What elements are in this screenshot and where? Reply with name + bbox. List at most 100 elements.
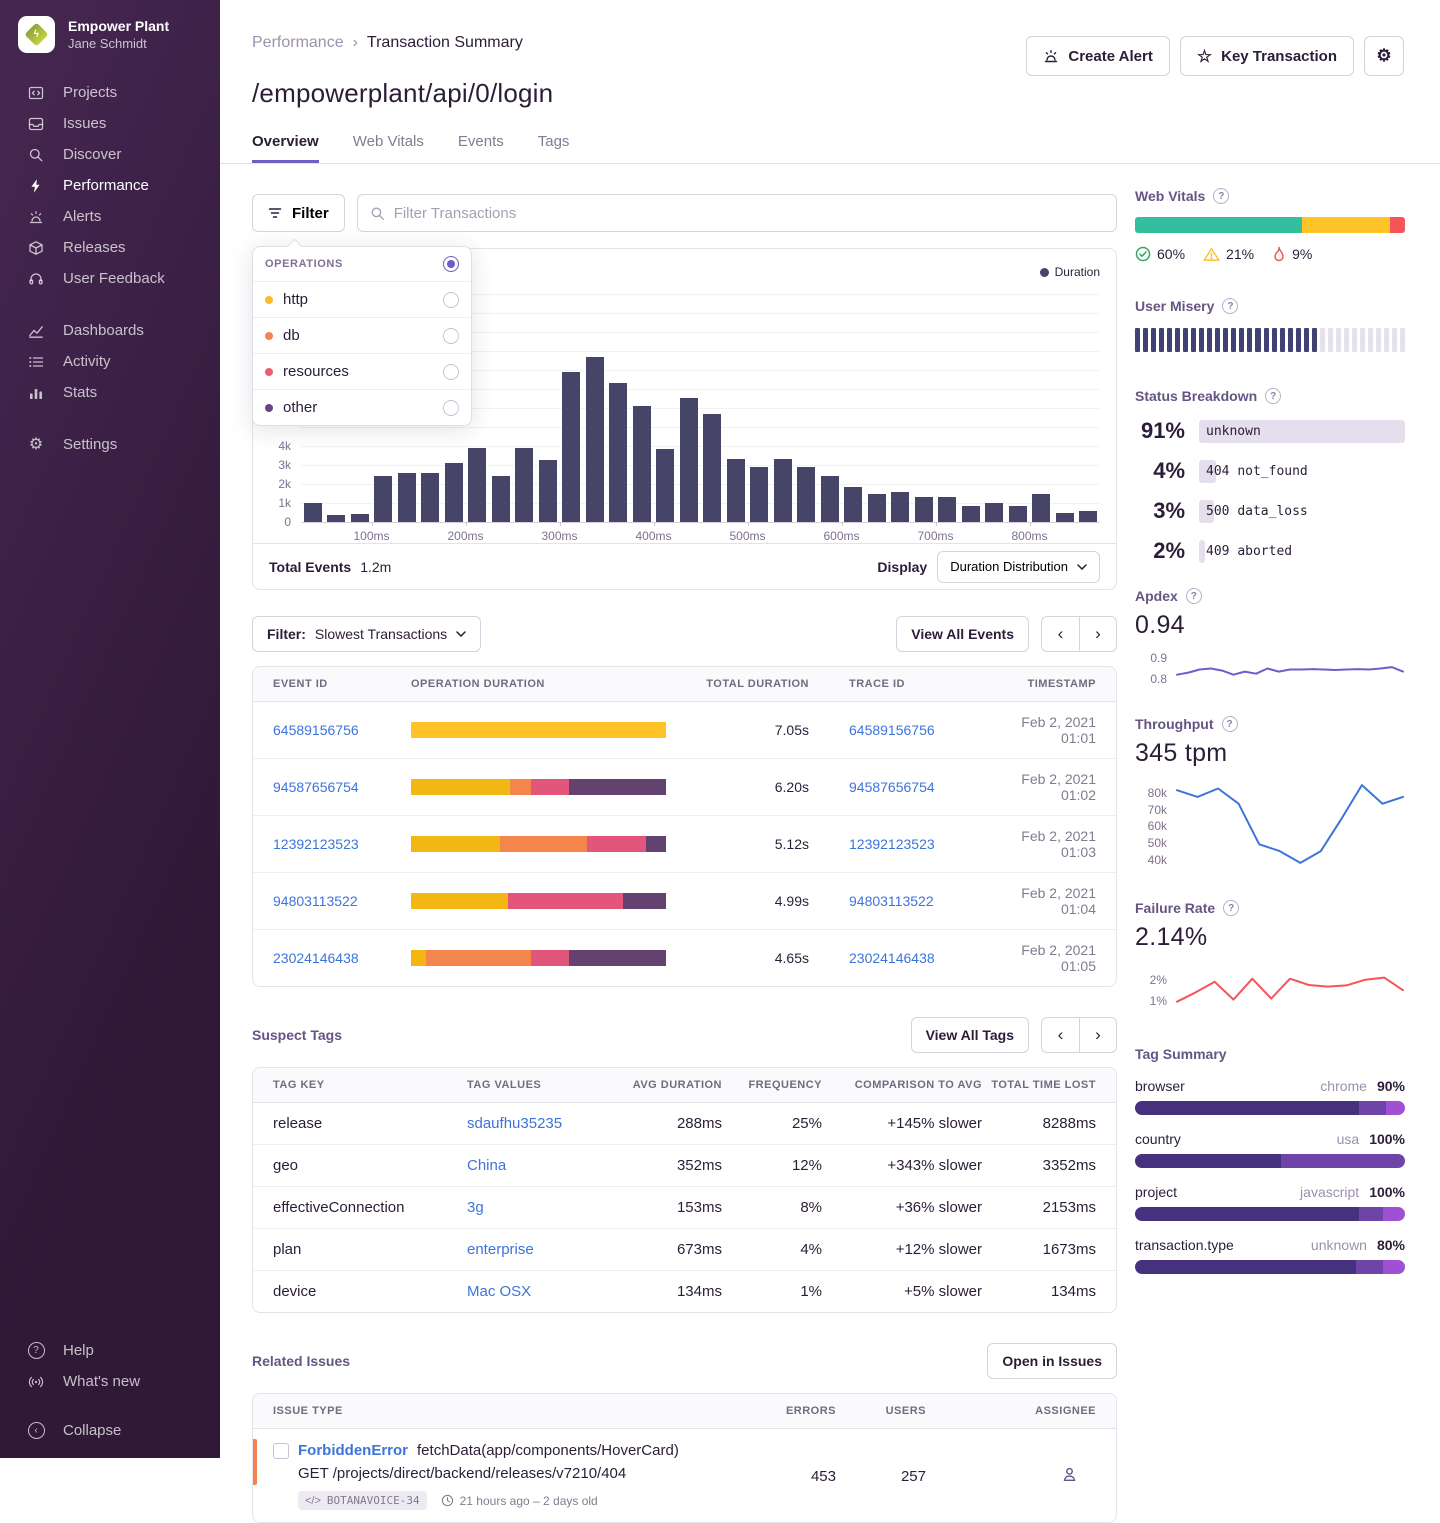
- operation-label: other: [283, 399, 317, 416]
- sidebar-item-performance[interactable]: Performance: [0, 170, 220, 201]
- tag-summary-row: browser chrome 90%: [1135, 1078, 1405, 1115]
- sidebar-item-issues[interactable]: Issues: [0, 108, 220, 139]
- project-chip[interactable]: </> BOTANAVOICE-34: [298, 1491, 427, 1510]
- operation-option-other[interactable]: other: [253, 390, 471, 425]
- chevron-down-icon: [1077, 564, 1087, 570]
- sidebar-item-dashboards[interactable]: Dashboards: [0, 315, 220, 346]
- open-in-issues-button[interactable]: Open in Issues: [987, 1343, 1117, 1379]
- tags-pager: ‹ ›: [1041, 1017, 1117, 1053]
- trace-id-link[interactable]: 94587656754: [849, 779, 1014, 795]
- sidebar-item-projects[interactable]: Projects: [0, 77, 220, 108]
- key-transaction-button[interactable]: ☆ Key Transaction: [1180, 36, 1354, 76]
- tag-summary-pct: 80%: [1377, 1237, 1405, 1253]
- timestamp-value: Feb 2, 2021 01:04: [1014, 885, 1096, 917]
- col-trace-id: TRACE ID: [849, 678, 1014, 690]
- comparison: +343% slower: [822, 1157, 982, 1174]
- operation-duration-bar: [411, 893, 666, 909]
- db-radio[interactable]: [443, 328, 459, 344]
- pager-prev-button[interactable]: ‹: [1041, 616, 1079, 652]
- trace-id-link[interactable]: 64589156756: [849, 722, 1014, 738]
- assignee-cell[interactable]: [926, 1466, 1096, 1486]
- transaction-settings-button[interactable]: ⚙: [1364, 36, 1404, 76]
- sidebar-item-user-feedback[interactable]: User Feedback: [0, 263, 220, 294]
- sidebar-item-settings[interactable]: ⚙ Settings: [0, 429, 220, 460]
- view-all-events-button[interactable]: View All Events: [896, 616, 1029, 652]
- total-events-value: 1.2m: [360, 559, 391, 575]
- event-id-link[interactable]: 23024146438: [273, 950, 411, 966]
- pager-next-button[interactable]: ›: [1079, 1017, 1117, 1053]
- status-chip: [1199, 540, 1205, 563]
- related-issues-title: Related Issues: [252, 1353, 350, 1369]
- event-id-link[interactable]: 12392123523: [273, 836, 411, 852]
- web-vitals-title: Web Vitals: [1135, 188, 1205, 204]
- tab-overview[interactable]: Overview: [252, 133, 319, 163]
- event-id-link[interactable]: 94803113522: [273, 893, 411, 909]
- tag-summary-key: country: [1135, 1131, 1337, 1147]
- trace-id-link[interactable]: 12392123523: [849, 836, 1014, 852]
- issue-type-link[interactable]: ForbiddenError: [298, 1442, 408, 1459]
- pager-next-button[interactable]: ›: [1079, 616, 1117, 652]
- breadcrumb-separator-icon: ›: [353, 34, 358, 52]
- events-filter-select[interactable]: Filter: Slowest Transactions: [252, 616, 481, 652]
- user-misery-title: User Misery: [1135, 298, 1214, 314]
- operation-option-resources[interactable]: resources: [253, 354, 471, 390]
- resources-radio[interactable]: [443, 364, 459, 380]
- tag-value-link[interactable]: China: [467, 1157, 617, 1174]
- events-table: EVENT ID OPERATION DURATION TOTAL DURATI…: [252, 666, 1117, 987]
- sidebar-collapse-button[interactable]: ‹ Collapse: [0, 1415, 220, 1446]
- sidebar-item-stats[interactable]: Stats: [0, 377, 220, 408]
- display-select[interactable]: Duration Distribution: [937, 551, 1100, 583]
- tag-value-link[interactable]: Mac OSX: [467, 1283, 617, 1300]
- view-all-tags-button[interactable]: View All Tags: [911, 1017, 1029, 1053]
- other-radio[interactable]: [443, 400, 459, 416]
- sidebar-item-whats-new[interactable]: What's new: [0, 1366, 220, 1397]
- tag-value-link[interactable]: enterprise: [467, 1241, 617, 1258]
- operations-dropdown-header: OPERATIONS: [253, 247, 471, 282]
- operations-all-radio[interactable]: [443, 256, 459, 272]
- help-question-icon[interactable]: ?: [1222, 298, 1238, 314]
- tag-summary-pct: 100%: [1369, 1184, 1405, 1200]
- operation-option-db[interactable]: db: [253, 318, 471, 354]
- tab-events[interactable]: Events: [458, 133, 504, 163]
- sidebar-item-help[interactable]: ? Help: [0, 1335, 220, 1366]
- tag-summary-value: chrome: [1320, 1078, 1367, 1094]
- issue-checkbox[interactable]: [273, 1443, 289, 1459]
- search-box: [357, 194, 1117, 232]
- sidebar-item-releases[interactable]: Releases: [0, 232, 220, 263]
- operation-duration-bar: [411, 779, 666, 795]
- help-question-icon[interactable]: ?: [1223, 900, 1239, 916]
- http-color-dot: [265, 296, 273, 304]
- help-question-icon[interactable]: ?: [1186, 588, 1202, 604]
- trace-id-link[interactable]: 23024146438: [849, 950, 1014, 966]
- tab-tags[interactable]: Tags: [538, 133, 570, 163]
- pager-prev-button[interactable]: ‹: [1041, 1017, 1079, 1053]
- event-id-link[interactable]: 94587656754: [273, 779, 411, 795]
- tag-value-link[interactable]: 3g: [467, 1199, 617, 1216]
- help-question-icon[interactable]: ?: [1222, 716, 1238, 732]
- sidebar-item-alerts[interactable]: Alerts: [0, 201, 220, 232]
- help-question-icon[interactable]: ?: [1265, 388, 1281, 404]
- comparison: +145% slower: [822, 1115, 982, 1132]
- operation-label: db: [283, 327, 300, 344]
- sidebar-item-activity[interactable]: Activity: [0, 346, 220, 377]
- tag-value-link[interactable]: sdaufhu35235: [467, 1115, 617, 1132]
- operation-option-http[interactable]: http: [253, 282, 471, 318]
- trace-id-link[interactable]: 94803113522: [849, 893, 1014, 909]
- clock-icon: [441, 1494, 454, 1507]
- col-timestamp: TIMESTAMP: [1014, 678, 1096, 690]
- col-issue-type: ISSUE TYPE: [273, 1405, 746, 1417]
- help-question-icon[interactable]: ?: [1213, 188, 1229, 204]
- status-pct: 3%: [1135, 498, 1185, 524]
- http-radio[interactable]: [443, 292, 459, 308]
- event-id-link[interactable]: 64589156756: [273, 722, 411, 738]
- search-input[interactable]: [394, 205, 1104, 222]
- performance-icon: [26, 178, 46, 194]
- create-alert-button[interactable]: Create Alert: [1026, 36, 1169, 76]
- filter-button[interactable]: Filter: [252, 194, 345, 232]
- org-switcher[interactable]: ϟ Empower Plant Jane Schmidt: [0, 0, 220, 53]
- tab-web-vitals[interactable]: Web Vitals: [353, 133, 424, 163]
- col-total-time-lost: TOTAL TIME LOST: [982, 1079, 1096, 1091]
- tag-key: geo: [273, 1157, 467, 1174]
- breadcrumb-performance[interactable]: Performance: [252, 34, 344, 52]
- sidebar-item-discover[interactable]: Discover: [0, 139, 220, 170]
